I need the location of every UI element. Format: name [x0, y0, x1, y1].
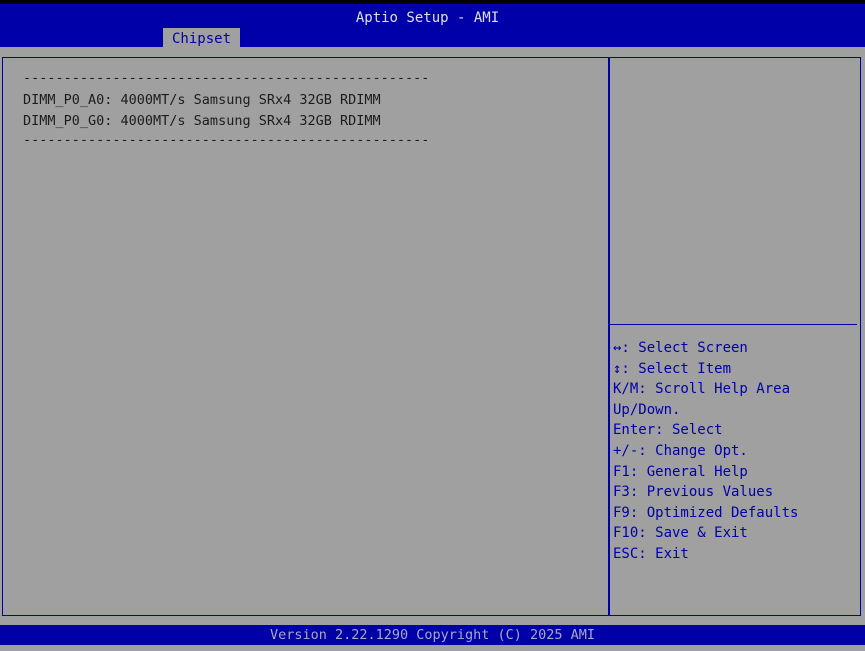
help-previous-values: F3: Previous Values: [613, 484, 774, 501]
help-optimized-defaults: F9: Optimized Defaults: [613, 504, 799, 521]
bios-setup-screen: Aptio Setup - AMI Chipset --------------…: [0, 0, 865, 651]
version-text: Version 2.22.1290 Copyright (C) 2025 AMI: [269, 627, 596, 643]
help-select-screen: ↔: Select Screen: [613, 340, 748, 356]
help-divider: [610, 324, 857, 325]
help-enter-select: Enter: Select: [613, 422, 723, 439]
help-general-help: F1: General Help: [613, 463, 748, 480]
dimm-info-line: DIMM_P0_A0: 4000MT/s Samsung SRx4 32GB R…: [23, 92, 381, 108]
help-change-opt: +/-: Change Opt.: [613, 442, 748, 459]
app-title: Aptio Setup - AMI: [355, 10, 500, 26]
help-scroll-area: K/M: Scroll Help Area: [613, 381, 791, 398]
separator-top: ----------------------------------------…: [23, 70, 430, 86]
help-save-exit: F10: Save & Exit: [613, 525, 748, 542]
main-pane: ----------------------------------------…: [3, 58, 608, 615]
separator-bottom: ----------------------------------------…: [23, 132, 430, 148]
pane-divider: [608, 58, 610, 615]
help-select-item: ↕: Select Item: [613, 360, 732, 377]
key-help-panel: ↔: Select Screen ↕: Select Item K/M: Scr…: [613, 338, 858, 565]
dimm-info-line: DIMM_P0_G0: 4000MT/s Samsung SRx4 32GB R…: [23, 113, 381, 129]
help-scroll-area-cont: Up/Down.: [613, 401, 681, 418]
footer-bar: Version 2.22.1290 Copyright (C) 2025 AMI: [0, 625, 865, 645]
header-bar: Aptio Setup - AMI Chipset: [0, 0, 865, 51]
help-esc-exit: ESC: Exit: [613, 545, 689, 562]
tab-chipset[interactable]: Chipset: [163, 28, 241, 51]
